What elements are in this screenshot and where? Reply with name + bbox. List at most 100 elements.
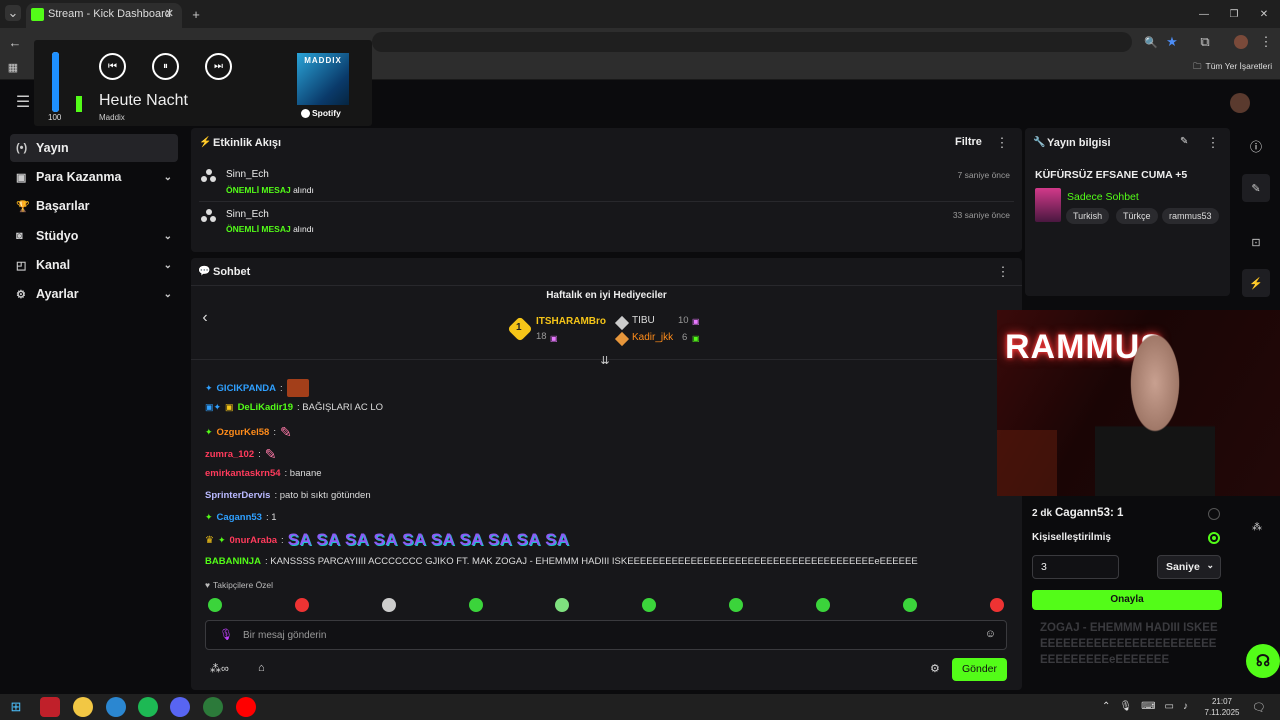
volume-bar[interactable] (52, 52, 59, 112)
previous-track-icon[interactable]: ⏮ (99, 53, 126, 80)
scroll-to-bottom-icon[interactable]: ⇊ (598, 353, 612, 367)
user-avatar[interactable] (1230, 93, 1250, 113)
chat-username[interactable]: BABANINJA (205, 556, 261, 567)
minimize-button[interactable]: — (1196, 5, 1212, 23)
back-arrow-icon[interactable]: ← (8, 35, 22, 50)
microphone-icon[interactable]: 🎙 (1119, 701, 1132, 712)
radio-option[interactable] (1208, 508, 1220, 520)
emote-icon[interactable] (729, 598, 743, 612)
emote-icon[interactable] (816, 598, 830, 612)
close-window-button[interactable]: ✕ (1256, 5, 1272, 23)
network-icon[interactable]: ⌨ (1141, 701, 1155, 712)
rank-2-badge-icon (614, 315, 630, 331)
gifter-2-name[interactable]: TIBU (632, 315, 655, 326)
emote-icon[interactable] (555, 598, 569, 612)
activity-more-icon[interactable]: ⋮ (996, 135, 1009, 150)
nav-item-yayin[interactable]: (•) Yayın (10, 134, 178, 162)
chat-input[interactable]: 🎙 Bir mesaj gönderin ☺ (205, 620, 1007, 650)
filter-button[interactable]: Filtre (955, 136, 982, 148)
confirm-button[interactable]: Onayla (1032, 590, 1222, 610)
chat-username[interactable]: zumra_102 (205, 449, 254, 460)
chat-settings-gear-icon[interactable]: ⚙ (930, 662, 940, 675)
browser-menu-icon[interactable]: ⋮ (1260, 34, 1273, 49)
activity-user[interactable]: Sinn_Ech (226, 169, 269, 180)
emote-icon[interactable] (903, 598, 917, 612)
gifter-3-name[interactable]: Kadir_jkk (632, 332, 673, 343)
emoji-icon[interactable]: ☺ (985, 628, 996, 640)
spotify-icon[interactable] (138, 697, 158, 717)
streamer-figure (1095, 332, 1215, 496)
volume-value: 100 (48, 113, 62, 122)
windows-start-icon[interactable]: ⊞ (8, 699, 24, 715)
next-track-icon[interactable]: ⏭ (205, 53, 232, 80)
chat-username[interactable]: OzgurKel58 (217, 427, 270, 438)
app-icon[interactable] (106, 697, 126, 717)
chat-message: ▣✦ ▣ DeLiKadir19 : BAĞIŞLARI AC LO (205, 402, 383, 413)
battery-icon[interactable]: ▭ (1165, 701, 1174, 712)
nav-item-studyo[interactable]: ◙ Stüdyo ⌄ (10, 222, 178, 250)
duration-input[interactable]: 3 (1032, 555, 1119, 579)
edit-icon[interactable]: ✎ (1242, 174, 1270, 202)
category-name[interactable]: Sadece Sohbet (1067, 191, 1139, 203)
nav-item-kanal[interactable]: ◰ Kanal ⌄ (10, 251, 178, 279)
chat-username[interactable]: DeLiKadir19 (238, 402, 293, 413)
heart-icon: ♥ (205, 580, 211, 590)
radio-option-selected[interactable] (1208, 532, 1220, 544)
microphone-icon[interactable]: 🎙 (219, 628, 233, 641)
emote-icon[interactable] (295, 598, 309, 612)
chat-username[interactable]: 0nurAraba (230, 535, 278, 546)
chat-username[interactable]: SprinterDervis (205, 490, 270, 501)
emote-icon[interactable] (990, 598, 1004, 612)
all-bookmarks[interactable]: 🗀 Tüm Yer İşaretleri (1193, 61, 1272, 75)
info-icon[interactable]: ⓘ (1248, 138, 1264, 154)
lightning-icon[interactable]: ⚡ (1242, 269, 1270, 297)
emote-icon[interactable] (469, 598, 483, 612)
user-settings-icon[interactable]: ⁂∞ (210, 662, 229, 675)
discord-icon[interactable] (170, 697, 190, 717)
hamburger-menu-icon[interactable]: ☰ (14, 94, 32, 111)
emote-icon[interactable] (642, 598, 656, 612)
youtube-icon[interactable] (236, 697, 256, 717)
emote-icon[interactable] (208, 598, 222, 612)
nav-item-ayarlar[interactable]: ⚙ Ayarlar ⌄ (10, 280, 178, 308)
capture-icon[interactable]: ⊡ (1248, 234, 1264, 250)
support-headset-button[interactable]: ☊ (1246, 644, 1280, 678)
bookmark-star-icon[interactable]: ★ (1165, 34, 1179, 49)
chat-more-icon[interactable]: ⋮ (997, 264, 1010, 279)
chevron-up-icon[interactable]: ⌃ (1102, 701, 1110, 712)
volume-icon[interactable]: ♪ (1183, 701, 1188, 712)
chat-username[interactable]: Cagann53 (217, 512, 262, 523)
webcam-overlay: RAMMUS (997, 310, 1280, 496)
apps-grid-icon[interactable]: ▦ (7, 61, 19, 74)
url-field[interactable] (372, 32, 1132, 52)
chat-username[interactable]: GICIKPANDA (217, 383, 276, 394)
activity-user[interactable]: Sinn_Ech (226, 209, 269, 220)
duration-unit-select[interactable]: Saniye ⌄ (1157, 555, 1221, 579)
stream-info-more-icon[interactable]: ⋮ (1207, 135, 1220, 150)
chrome-icon[interactable] (73, 697, 93, 717)
clock[interactable]: 21:07 7.11.2025 (1202, 696, 1242, 718)
send-button[interactable]: Gönder (952, 658, 1007, 681)
chat-username[interactable]: emirkantaskrn54 (205, 468, 281, 479)
app-icon[interactable] (203, 697, 223, 717)
store-icon[interactable]: ⌂ (258, 662, 265, 674)
tab-list-icon[interactable]: ⌄ (5, 5, 21, 21)
nav-label: Yayın (36, 141, 69, 155)
nav-item-para-kazanma[interactable]: ▣ Para Kazanma ⌄ (10, 163, 178, 191)
users-icon[interactable]: ⁂ (1250, 520, 1264, 534)
maximize-button[interactable]: ❐ (1226, 5, 1242, 23)
nav-item-basarilar[interactable]: 🏆 Başarılar (10, 192, 178, 220)
chevron-left-icon[interactable]: ‹ (199, 309, 211, 326)
pause-icon[interactable]: ⏸ (152, 53, 179, 80)
gifter-1-name[interactable]: ITSHARAMBro (536, 316, 606, 327)
new-tab-button[interactable]: + (188, 5, 204, 23)
notification-icon[interactable]: 🗨 (1252, 700, 1266, 714)
edit-pencil-icon[interactable]: ✎ (1180, 136, 1188, 147)
voicemeeter-icon[interactable] (40, 697, 60, 717)
extensions-icon[interactable]: ⧉ (1198, 34, 1212, 49)
emote-icon[interactable] (382, 598, 396, 612)
browser-tab[interactable]: Stream - Kick Dashboard ✕ (26, 3, 182, 28)
profile-avatar[interactable] (1234, 35, 1248, 49)
tab-close-icon[interactable]: ✕ (165, 3, 174, 26)
zoom-icon[interactable]: 🔍 (1144, 35, 1158, 49)
